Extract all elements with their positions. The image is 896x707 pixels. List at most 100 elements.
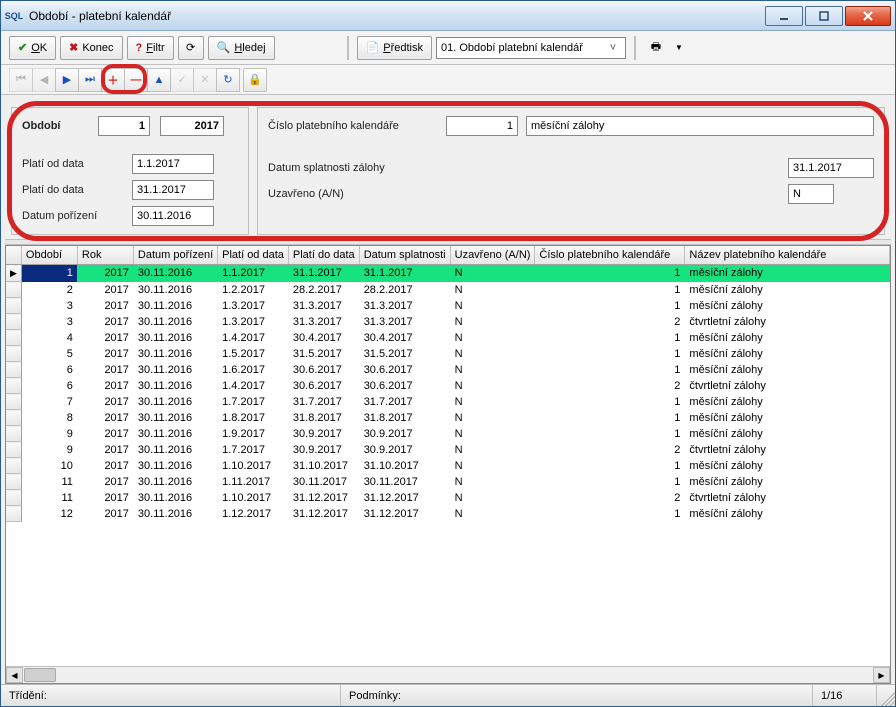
grid-header-rowhead[interactable] (6, 246, 21, 265)
cell-dp: 30.11.2016 (133, 490, 217, 506)
cell-rok: 2017 (77, 314, 133, 330)
table-row[interactable]: 11201730.11.20161.10.201731.12.201731.12… (6, 490, 890, 506)
col-od[interactable]: Platí od data (218, 246, 289, 265)
cell-sp: 31.8.2017 (359, 410, 450, 426)
cell-uz: N (450, 282, 535, 298)
col-uz[interactable]: Uzavřeno (A/N) (450, 246, 535, 265)
table-row[interactable]: 8201730.11.20161.8.201731.8.201731.8.201… (6, 410, 890, 426)
cancel-record-button[interactable]: ✕ (193, 68, 217, 92)
plati-do-input[interactable]: 31.1.2017 (132, 180, 214, 200)
konec-button[interactable]: ✖ Konec (60, 36, 122, 60)
cell-obdobi: 2 (21, 282, 77, 298)
delete-record-button[interactable]: — (124, 68, 148, 92)
cell-cislo: 1 (535, 458, 685, 474)
cell-nazev: měsíční zálohy (685, 265, 890, 282)
scroll-left-button[interactable]: ◀ (6, 667, 23, 683)
cell-obdobi: 12 (21, 506, 77, 522)
post-record-button[interactable]: ✓ (170, 68, 194, 92)
cell-rok: 2017 (77, 474, 133, 490)
app-window: SQL Období - platební kalendář ✔ OK ✖ Ko… (0, 0, 896, 707)
plati-od-input[interactable]: 1.1.2017 (132, 154, 214, 174)
first-record-button[interactable]: ⏮ (9, 68, 33, 92)
cell-dp: 30.11.2016 (133, 362, 217, 378)
cell-do: 30.9.2017 (288, 426, 359, 442)
cell-obdobi: 11 (21, 474, 77, 490)
cell-nazev: měsíční zálohy (685, 474, 890, 490)
scroll-thumb[interactable] (24, 668, 56, 682)
row-indicator (6, 362, 21, 378)
ok-button[interactable]: ✔ OK (9, 36, 56, 60)
col-rok[interactable]: Rok (77, 246, 133, 265)
table-row[interactable]: 6201730.11.20161.4.201730.6.201730.6.201… (6, 378, 890, 394)
row-indicator (6, 474, 21, 490)
report-select-value: 01. Období platební kalendář (441, 42, 583, 54)
col-dp[interactable]: Datum pořízení (133, 246, 217, 265)
col-obdobi[interactable]: Období (21, 246, 77, 265)
cislo-input[interactable]: 1 (446, 116, 518, 136)
resize-grip[interactable] (877, 688, 895, 706)
report-select[interactable]: 01. Období platební kalendář ˅ (436, 37, 626, 59)
close-button[interactable] (845, 6, 891, 26)
table-row[interactable]: 3201730.11.20161.3.201731.3.201731.3.201… (6, 298, 890, 314)
edit-record-button[interactable]: ▲ (147, 68, 171, 92)
col-cislo[interactable]: Číslo platebního kalendáře (535, 246, 685, 265)
next-record-button[interactable]: ▶ (55, 68, 79, 92)
minus-icon: — (131, 74, 142, 86)
print-dropdown[interactable]: ▼ (672, 36, 686, 60)
cell-sp: 30.11.2017 (359, 474, 450, 490)
cell-obdobi: 3 (21, 298, 77, 314)
table-row[interactable]: 6201730.11.20161.6.201730.6.201730.6.201… (6, 362, 890, 378)
printer-icon: 🖶 (651, 38, 661, 57)
cell-rok: 2017 (77, 265, 133, 282)
app-icon: SQL (5, 7, 23, 25)
cell-uz: N (450, 378, 535, 394)
refresh-record-button[interactable]: ↻ (216, 68, 240, 92)
col-nazev[interactable]: Název platebního kalendáře (685, 246, 890, 265)
cell-do: 31.10.2017 (288, 458, 359, 474)
cell-uz: N (450, 346, 535, 362)
maximize-button[interactable] (805, 6, 843, 26)
nazev-input[interactable]: měsíční zálohy (526, 116, 874, 136)
last-record-button[interactable]: ⏭ (78, 68, 102, 92)
status-count: 1/16 (813, 685, 877, 706)
lock-button[interactable]: 🔒 (243, 68, 267, 92)
table-row[interactable]: 5201730.11.20161.5.201731.5.201731.5.201… (6, 346, 890, 362)
col-sp[interactable]: Datum splatnosti (359, 246, 450, 265)
insert-record-button[interactable]: ＋ (101, 68, 125, 92)
datum-porizeni-input[interactable]: 30.11.2016 (132, 206, 214, 226)
predtisk-button[interactable]: 📄 Předtisk (357, 36, 432, 60)
cell-rok: 2017 (77, 458, 133, 474)
refresh-button[interactable]: ⟳ (178, 36, 204, 60)
table-row[interactable]: 10201730.11.20161.10.201731.10.201731.10… (6, 458, 890, 474)
cell-od: 1.8.2017 (218, 410, 289, 426)
cell-obdobi: 6 (21, 378, 77, 394)
table-row[interactable]: 2201730.11.20161.2.201728.2.201728.2.201… (6, 282, 890, 298)
table-row[interactable]: 12201730.11.20161.12.201731.12.201731.12… (6, 506, 890, 522)
grid-scroll-area[interactable]: Období Rok Datum pořízení Platí od data … (6, 246, 890, 666)
splatnost-input[interactable]: 31.1.2017 (788, 158, 874, 178)
nav-last-icon: ⏭ (85, 73, 95, 86)
table-row[interactable]: 9201730.11.20161.7.201730.9.201730.9.201… (6, 442, 890, 458)
scroll-right-button[interactable]: ▶ (873, 667, 890, 683)
row-indicator (6, 330, 21, 346)
table-row[interactable]: 3201730.11.20161.3.201731.3.201731.3.201… (6, 314, 890, 330)
cell-obdobi: 7 (21, 394, 77, 410)
prev-record-button[interactable]: ◀ (32, 68, 56, 92)
nav-prev-icon: ◀ (40, 73, 48, 86)
table-row[interactable]: 9201730.11.20161.9.201730.9.201730.9.201… (6, 426, 890, 442)
table-row[interactable]: 11201730.11.20161.11.201730.11.201730.11… (6, 474, 890, 490)
cell-sp: 31.3.2017 (359, 314, 450, 330)
uzavreno-input[interactable]: N (788, 184, 834, 204)
print-button[interactable]: 🖶 (644, 36, 668, 60)
col-do[interactable]: Platí do data (288, 246, 359, 265)
table-row[interactable]: 4201730.11.20161.4.201730.4.201730.4.201… (6, 330, 890, 346)
table-row[interactable]: 1201730.11.20161.1.201731.1.201731.1.201… (6, 265, 890, 282)
hledej-button[interactable]: 🔍 Hledej (208, 36, 275, 60)
period-year-input[interactable]: 2017 (160, 116, 224, 136)
minimize-button[interactable] (765, 6, 803, 26)
cell-od: 1.7.2017 (218, 394, 289, 410)
table-row[interactable]: 7201730.11.20161.7.201731.7.201731.7.201… (6, 394, 890, 410)
grid-horizontal-scrollbar[interactable]: ◀ ▶ (6, 666, 890, 683)
filtr-button[interactable]: ? Filtr (127, 36, 174, 60)
period-number-input[interactable]: 1 (98, 116, 150, 136)
